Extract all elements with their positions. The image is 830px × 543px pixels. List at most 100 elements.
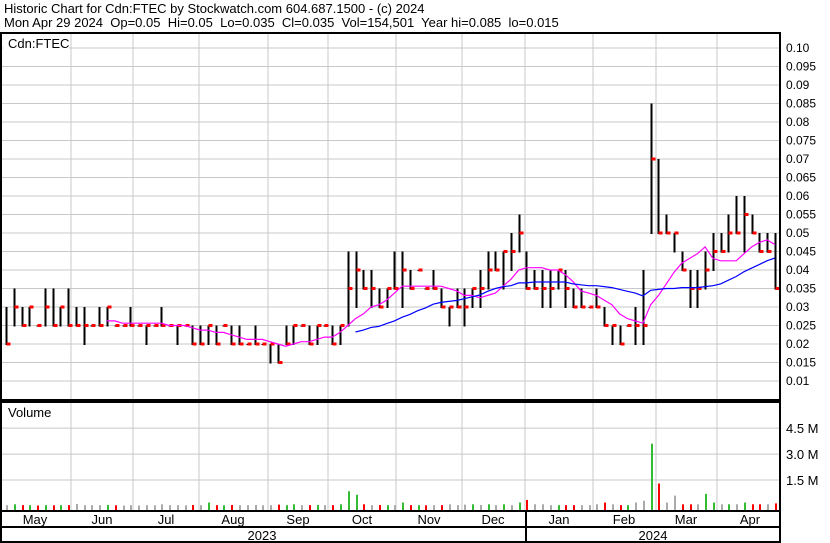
volume-bar: [76, 503, 78, 510]
volume-bar: [651, 443, 653, 510]
month-label: Dec: [481, 512, 505, 527]
price-tick-label: 0.025: [786, 319, 816, 333]
volume-bar: [697, 504, 699, 510]
month-label: Feb: [613, 512, 635, 527]
volume-bar: [457, 505, 459, 510]
volume-bar: [278, 504, 280, 510]
volume-bar: [348, 491, 350, 510]
price-tick-label: 0.015: [786, 356, 816, 370]
volume-bar: [247, 505, 249, 510]
month-label: May: [23, 512, 48, 527]
price-tick-label: 0.09: [786, 78, 810, 92]
volume-bar: [29, 505, 31, 510]
volume-bar: [317, 504, 319, 510]
volume-bar: [511, 505, 513, 510]
volume-bar: [262, 505, 264, 510]
price-tick-label: 0.07: [786, 152, 810, 166]
price-tick-label: 0.06: [786, 189, 810, 203]
price-tick-label: 0.055: [786, 208, 816, 222]
price-tick-label: 0.02: [786, 337, 810, 351]
volume-bar: [324, 505, 326, 510]
volume-bar: [332, 505, 334, 510]
volume-bar: [596, 504, 598, 510]
volume-bar: [169, 505, 171, 510]
price-panel-frame: [0, 32, 781, 401]
price-tick-label: 0.035: [786, 282, 816, 296]
volume-bar: [255, 504, 257, 510]
volume-bar: [60, 505, 62, 510]
volume-bar: [767, 504, 769, 510]
month-label: Jul: [158, 512, 175, 527]
price-volume-chart: 0.01 0.015 0.02 0.025 0.03 0.035 0.04 0.045 0.05…: [0, 32, 819, 543]
month-label: Aug: [221, 512, 244, 527]
volume-bar: [721, 504, 723, 510]
volume-bar: [565, 505, 567, 510]
volume-bar: [550, 505, 552, 510]
volume-bar: [713, 502, 715, 510]
volume-bar: [286, 505, 288, 510]
volume-bar: [130, 505, 132, 510]
volume-bar: [115, 505, 117, 510]
volume-bar: [223, 505, 225, 510]
volume-bar: [356, 494, 358, 510]
month-label: Oct: [352, 512, 373, 527]
volume-bar: [402, 502, 404, 510]
price-tick-label: 0.045: [786, 245, 816, 259]
stock-chart-window: Historic Chart for Cdn:FTEC by Stockwatc…: [0, 0, 830, 543]
volume-bar: [558, 505, 560, 510]
volume-bar: [581, 505, 583, 510]
volume-bar: [627, 505, 629, 510]
volume-bar: [643, 500, 645, 510]
volume-bar: [480, 504, 482, 510]
volume-bar: [6, 505, 8, 510]
volume-bar: [91, 505, 93, 510]
volume-bar: [682, 504, 684, 510]
price-tick-label: 0.01: [786, 374, 810, 388]
volume-bar: [84, 505, 86, 510]
volume-bar: [674, 495, 676, 510]
volume-tick-label: 4.5 M: [786, 421, 819, 436]
price-tick-label: 0.065: [786, 171, 816, 185]
volume-bar: [340, 504, 342, 510]
volume-bar: [22, 505, 24, 510]
price-tick-label: 0.10: [786, 41, 810, 55]
volume-bar: [728, 504, 730, 510]
volume-bar: [363, 504, 365, 510]
volume-bar: [68, 505, 70, 510]
price-grid: [2, 34, 780, 400]
volume-bar: [425, 505, 427, 510]
volume-bar: [231, 504, 233, 510]
price-tick-label: 0.075: [786, 134, 816, 148]
volume-bar: [503, 504, 505, 510]
volume-bar: [612, 504, 614, 510]
volume-bar: [239, 505, 241, 510]
volume-bar: [161, 504, 163, 510]
volume-grid: [2, 403, 780, 511]
volume-label: Volume: [8, 405, 51, 420]
volume-bar: [371, 505, 373, 510]
volume-bar: [309, 505, 311, 510]
volume-bar: [542, 504, 544, 510]
volume-tick-label: 1.5 M: [786, 473, 819, 488]
volume-bar: [394, 505, 396, 510]
volume-bar: [216, 505, 218, 510]
volume-bar: [410, 505, 412, 510]
month-label: Mar: [675, 512, 698, 527]
price-tick-label: 0.085: [786, 97, 816, 111]
month-label: Jun: [92, 512, 113, 527]
volume-bar: [293, 504, 295, 510]
price-tick-label: 0.05: [786, 226, 810, 240]
volume-bar: [775, 503, 777, 510]
year-axis: 2023 2024: [248, 528, 668, 543]
price-tick-label: 0.08: [786, 115, 810, 129]
volume-bar: [519, 502, 521, 510]
volume-bar: [200, 505, 202, 510]
volume-bar: [123, 505, 125, 510]
volume-bar: [387, 505, 389, 510]
volume-bar: [138, 505, 140, 510]
volume-bar: [658, 483, 660, 510]
volume-bar: [752, 504, 754, 510]
volume-bar: [154, 505, 156, 510]
price-tick-label: 0.03: [786, 300, 810, 314]
volume-bar: [379, 504, 381, 510]
